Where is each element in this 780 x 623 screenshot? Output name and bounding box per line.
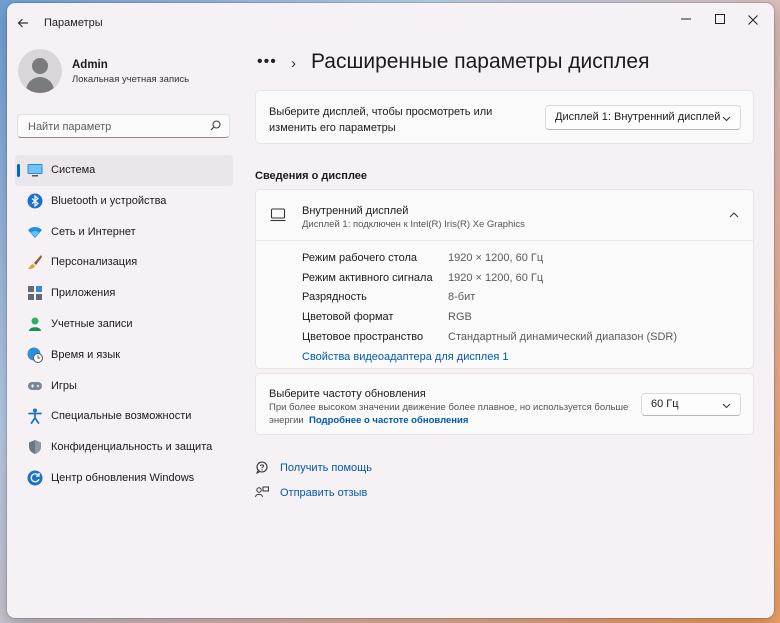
refresh-rate-dropdown[interactable]: 60 Гц: [641, 393, 741, 416]
maximize-icon: [715, 14, 725, 24]
accounts-icon: [29, 317, 41, 331]
display-dropdown-value: Дисплей 1: Внутренний дисплей: [555, 111, 721, 123]
sidebar-item-label: Конфиденциальность и защита: [51, 441, 213, 454]
close-button[interactable]: [738, 9, 768, 31]
breadcrumb-more-button[interactable]: •••: [257, 53, 277, 71]
get-help-label: Получить помощь: [280, 462, 372, 474]
display-info-card: Внутренний дисплей Дисплей 1: подключен …: [255, 189, 754, 369]
property-key: Режим активного сигнала: [302, 271, 433, 284]
bluetooth-icon: [27, 193, 43, 209]
windows-update-icon: [27, 470, 43, 486]
feedback-icon: [255, 486, 269, 498]
sidebar-item-network[interactable]: Сеть и Интернет: [15, 217, 233, 248]
gamepad-icon: [28, 381, 42, 390]
property-key: Цветовой формат: [302, 311, 394, 324]
sidebar-item-label: Специальные возможности: [51, 410, 192, 423]
sidebar-item-privacy[interactable]: Конфиденциальность и защита: [15, 432, 233, 463]
property-value: Стандартный динамический диапазон (SDR): [448, 330, 678, 343]
property-key: Цветовое пространство: [302, 330, 424, 343]
section-heading: Сведения о дисплее: [255, 170, 368, 182]
property-key: Разрядность: [302, 291, 367, 304]
close-icon: [748, 15, 758, 25]
property-value: RGB: [448, 311, 472, 324]
wifi-icon: [28, 226, 42, 238]
monitor-icon: [270, 208, 286, 222]
refresh-rate-description: При более высоком значении движение боле…: [269, 402, 629, 427]
globe-clock-icon: [27, 347, 43, 363]
sidebar-item-label: Система: [51, 164, 96, 176]
display-select-label: Выберите дисплей, чтобы просмотреть или …: [269, 106, 493, 134]
back-button[interactable]: [13, 13, 33, 33]
app-title: Параметры: [44, 17, 103, 29]
avatar-body-icon: [26, 77, 54, 93]
refresh-rate-card: Выберите частоту обновления При более вы…: [255, 373, 754, 435]
account-type: Локальная учетная запись: [72, 74, 190, 85]
page-title: Расширенные параметры дисплея: [311, 50, 650, 73]
avatar-head-icon: [32, 58, 48, 74]
sidebar-item-label: Сеть и Интернет: [51, 225, 136, 238]
chevron-down-icon: [722, 116, 731, 122]
sidebar-item-windows-update[interactable]: Центр обновления Windows: [15, 463, 233, 494]
active-indicator: [17, 164, 20, 177]
display-dropdown[interactable]: Дисплей 1: Внутренний дисплей: [545, 105, 741, 130]
display-description: Дисплей 1: подключен к Intel(R) Iris(R) …: [302, 219, 525, 230]
arrow-left-icon: [17, 18, 28, 28]
adapter-properties-link[interactable]: Свойства видеоадаптера для дисплея 1: [302, 351, 508, 363]
sidebar-item-apps[interactable]: Приложения: [15, 278, 233, 309]
property-value: 1920 × 1200, 60 Гц: [448, 252, 544, 264]
display-name: Внутренний дисплей: [302, 205, 409, 217]
apps-icon: [28, 286, 42, 301]
minimize-button[interactable]: [671, 9, 701, 31]
minimize-icon: [681, 18, 691, 20]
maximize-button[interactable]: [705, 9, 735, 31]
sidebar-item-label: Учетные записи: [51, 317, 133, 330]
settings-window: Параметры Admin Локальная учетная запись: [7, 3, 774, 618]
accessibility-icon: [28, 408, 42, 425]
display-select-card: Выберите дисплей, чтобы просмотреть или …: [255, 90, 754, 144]
display-info-header[interactable]: Внутренний дисплей Дисплей 1: подключен …: [256, 190, 753, 241]
search-icon[interactable]: [210, 120, 221, 131]
shield-icon: [29, 440, 41, 455]
sidebar-item-bluetooth[interactable]: Bluetooth и устройства: [15, 186, 233, 217]
search-box[interactable]: [17, 114, 230, 138]
sidebar-item-accessibility[interactable]: Специальные возможности: [15, 401, 233, 432]
sidebar-item-personalization[interactable]: Персонализация: [15, 247, 233, 278]
system-display-icon: [27, 164, 43, 177]
sidebar-item-label: Bluetooth и устройства: [51, 194, 167, 207]
send-feedback-label: Отправить отзыв: [280, 487, 368, 499]
sidebar-item-accounts[interactable]: Учетные записи: [15, 309, 233, 340]
sidebar-item-label: Приложения: [51, 287, 116, 300]
sidebar-item-label: Центр обновления Windows: [51, 471, 195, 484]
title-bar: Параметры: [7, 3, 774, 43]
property-value: 8-бит: [448, 291, 476, 304]
property-value: 1920 × 1200, 60 Гц: [448, 271, 544, 284]
refresh-rate-learn-more-link[interactable]: Подробнее о частоте обновления: [309, 415, 468, 426]
user-name: Admin: [72, 59, 108, 71]
sidebar-item-time-language[interactable]: Время и язык: [15, 340, 233, 371]
chevron-up-icon[interactable]: [729, 210, 739, 220]
search-input[interactable]: [26, 118, 210, 136]
sidebar-item-label: Время и язык: [51, 348, 121, 361]
sidebar-item-label: Персонализация: [51, 256, 138, 269]
breadcrumb-separator: ›: [291, 55, 296, 72]
sidebar-item-gaming[interactable]: Игры: [15, 371, 233, 402]
refresh-rate-title: Выберите частоту обновления: [269, 388, 426, 400]
brush-icon: [28, 255, 42, 270]
chevron-down-icon: [722, 403, 731, 409]
avatar[interactable]: [18, 49, 62, 93]
help-icon: [256, 461, 268, 474]
sidebar-item-label: Игры: [51, 379, 77, 392]
sidebar-item-system[interactable]: Система: [15, 155, 233, 186]
property-key: Режим рабочего стола: [302, 252, 418, 264]
refresh-rate-value: 60 Гц: [651, 398, 679, 410]
sidebar-nav: Система Bluetooth и устройства Сеть и Ин…: [15, 155, 233, 494]
